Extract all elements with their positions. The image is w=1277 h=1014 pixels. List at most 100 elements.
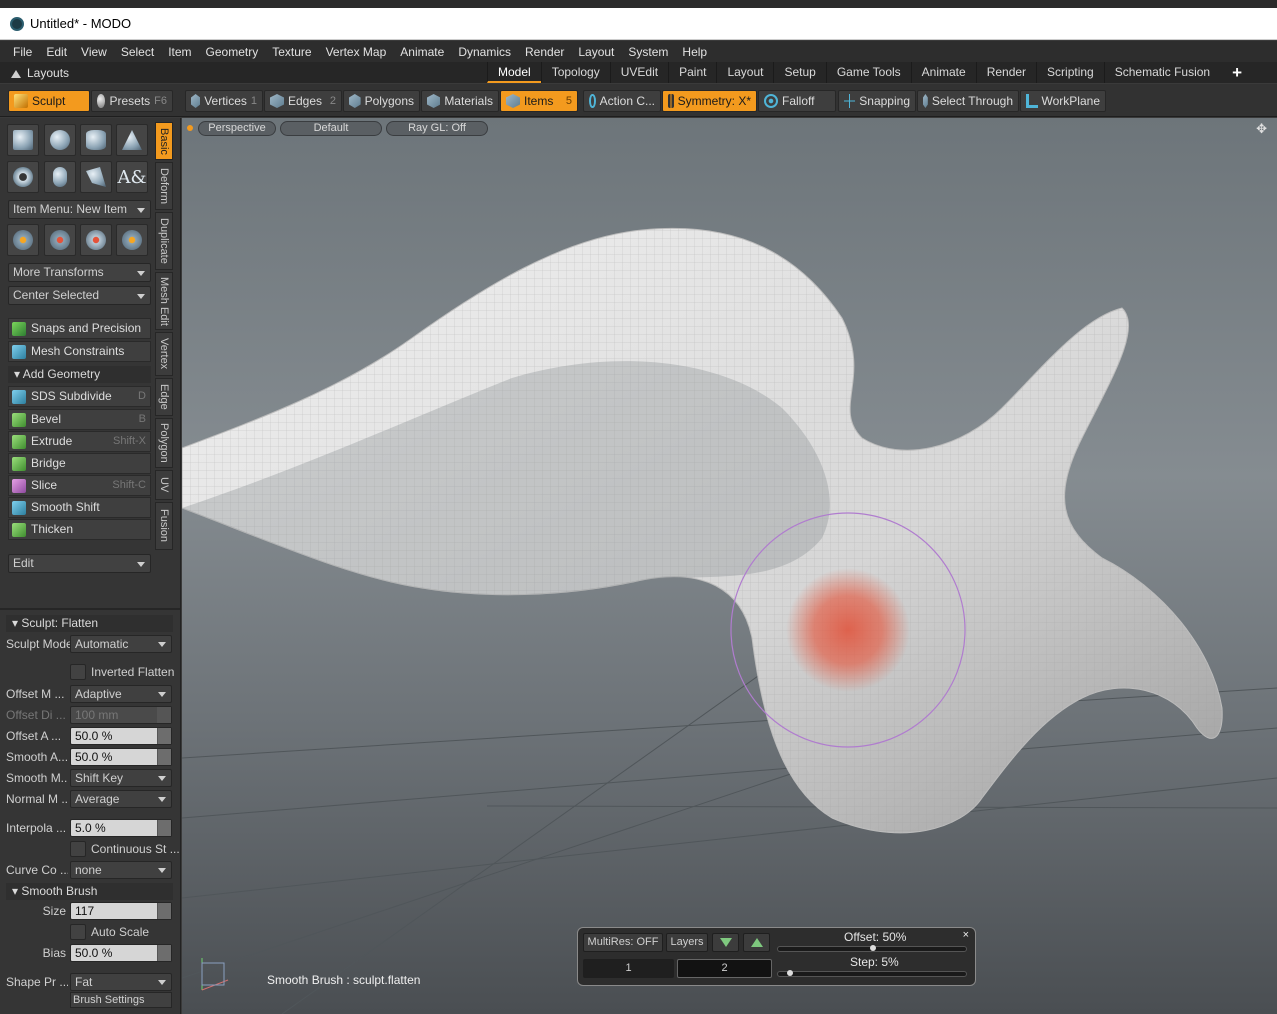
menu-render[interactable]: Render — [518, 45, 571, 59]
sculpt-mode-dropdown[interactable]: Automatic — [70, 635, 172, 653]
level-1-button[interactable]: 1 — [583, 959, 674, 978]
tab-layout[interactable]: Layout — [716, 62, 773, 83]
vtab-uv[interactable]: UV — [155, 470, 173, 500]
torus-primitive-button[interactable] — [7, 161, 39, 193]
smooth-amount-field[interactable]: 50.0 % — [70, 748, 172, 766]
tab-topology[interactable]: Topology — [540, 62, 610, 83]
vtab-basic[interactable]: Basic — [155, 122, 173, 160]
sculpt-button[interactable]: Sculpt — [8, 90, 90, 112]
add-geometry-header[interactable]: ▾ Add Geometry — [8, 366, 151, 383]
offset-amount-spinner[interactable] — [157, 728, 171, 744]
vtab-polygon[interactable]: Polygon — [155, 418, 173, 468]
menu-select[interactable]: Select — [114, 45, 161, 59]
sds-subdivide-button[interactable]: SDS Subdivide D — [8, 386, 151, 407]
vtab-edge[interactable]: Edge — [155, 378, 173, 416]
presets-button[interactable]: Presets F6 — [91, 90, 173, 112]
cube-primitive-button[interactable] — [7, 124, 39, 156]
snaps-precision-button[interactable]: Snaps and Precision — [8, 318, 151, 339]
brush-settings-button[interactable]: Brush Settings — [70, 992, 172, 1008]
close-hud-icon[interactable]: × — [963, 929, 969, 941]
select-through-button[interactable]: Select Through — [917, 90, 1019, 112]
vtab-duplicate[interactable]: Duplicate — [155, 212, 173, 270]
edit-dropdown[interactable]: Edit — [8, 554, 151, 573]
capsule-primitive-button[interactable] — [44, 161, 76, 193]
symmetry-button[interactable]: Symmetry: X* — [662, 90, 757, 112]
cone-primitive-button[interactable] — [116, 124, 148, 156]
continuous-checkbox[interactable] — [70, 841, 86, 857]
smooth-amount-spinner[interactable] — [157, 749, 171, 765]
size-field[interactable]: 117 — [70, 902, 172, 920]
menu-system[interactable]: System — [621, 45, 675, 59]
slice-button[interactable]: Slice Shift-C — [8, 475, 151, 496]
bias-spinner[interactable] — [157, 945, 171, 961]
menu-item[interactable]: Item — [161, 45, 198, 59]
tab-game-tools[interactable]: Game Tools — [825, 62, 911, 83]
smooth-shift-button[interactable]: Smooth Shift — [8, 497, 151, 518]
inverted-flatten-checkbox[interactable] — [70, 664, 86, 680]
smooth-brush-header[interactable]: ▾ Smooth Brush — [6, 883, 173, 900]
action-center-button[interactable]: Action C... — [583, 90, 661, 112]
workplane-button[interactable]: WorkPlane — [1020, 90, 1106, 112]
sphere-primitive-button[interactable] — [44, 124, 76, 156]
menu-edit[interactable]: Edit — [39, 45, 74, 59]
menu-layout[interactable]: Layout — [571, 45, 621, 59]
menu-animate[interactable]: Animate — [393, 45, 451, 59]
offset-slider-knob[interactable] — [870, 945, 876, 951]
center-selected-dropdown[interactable]: Center Selected — [8, 286, 151, 305]
shading-style-dropdown[interactable]: Default — [280, 121, 382, 136]
interpolation-field[interactable]: 5.0 % — [70, 819, 172, 837]
interpolation-spinner[interactable] — [157, 820, 171, 836]
layer-down-button[interactable] — [712, 933, 739, 952]
cylinder-primitive-button[interactable] — [80, 124, 112, 156]
tab-uvedit[interactable]: UVEdit — [609, 62, 668, 83]
more-transforms-dropdown[interactable]: More Transforms — [8, 263, 151, 282]
snapping-button[interactable]: Snapping — [838, 90, 916, 112]
viewport-pan-icon[interactable]: ✥ — [1256, 121, 1267, 137]
shape-preset-dropdown[interactable]: Fat — [70, 973, 172, 991]
items-mode-button[interactable]: Items 5 — [500, 90, 578, 112]
tab-paint[interactable]: Paint — [668, 62, 716, 83]
viewport-menu-dot-icon[interactable] — [187, 125, 193, 131]
level-2-button[interactable]: 2 — [677, 959, 772, 978]
menu-view[interactable]: View — [74, 45, 114, 59]
transform-tool-button[interactable] — [116, 224, 148, 256]
tab-render[interactable]: Render — [975, 62, 1036, 83]
vtab-deform[interactable]: Deform — [155, 162, 173, 210]
tab-schematic-fusion[interactable]: Schematic Fusion — [1103, 62, 1220, 83]
smooth-mode-dropdown[interactable]: Shift Key — [70, 769, 172, 787]
rotate-tool-button[interactable] — [44, 224, 76, 256]
view-type-dropdown[interactable]: Perspective — [198, 121, 276, 136]
mesh-constraints-button[interactable]: Mesh Constraints — [8, 341, 151, 362]
thicken-button[interactable]: Thicken — [8, 519, 151, 540]
vertices-mode-button[interactable]: Vertices 1 — [185, 90, 263, 112]
vtab-vertex[interactable]: Vertex — [155, 332, 173, 376]
multires-toggle[interactable]: MultiRes: OFF — [583, 933, 663, 952]
scale-tool-button[interactable] — [80, 224, 112, 256]
tab-animate[interactable]: Animate — [910, 62, 976, 83]
add-layout-button[interactable]: + — [1232, 63, 1242, 83]
offset-distance-field[interactable]: 100 mm — [70, 706, 172, 724]
tab-setup[interactable]: Setup — [773, 62, 825, 83]
materials-mode-button[interactable]: Materials — [421, 90, 499, 112]
tab-model[interactable]: Model — [487, 62, 541, 83]
offset-mode-dropdown[interactable]: Adaptive — [70, 685, 172, 703]
move-tool-button[interactable] — [7, 224, 39, 256]
bevel-button[interactable]: Bevel B — [8, 409, 151, 430]
menu-help[interactable]: Help — [675, 45, 714, 59]
step-slider-knob[interactable] — [787, 970, 794, 976]
menu-dynamics[interactable]: Dynamics — [451, 45, 518, 59]
menu-file[interactable]: File — [6, 45, 39, 59]
curve-control-dropdown[interactable]: none — [70, 861, 172, 879]
layouts-arrow-icon[interactable] — [11, 68, 21, 78]
vtab-fusion[interactable]: Fusion — [155, 502, 173, 550]
polygons-mode-button[interactable]: Polygons — [343, 90, 420, 112]
offset-slider[interactable] — [777, 945, 967, 952]
normal-mode-dropdown[interactable]: Average — [70, 790, 172, 808]
offset-distance-spinner[interactable] — [157, 707, 171, 723]
size-spinner[interactable] — [157, 903, 171, 919]
raygl-toggle[interactable]: Ray GL: Off — [386, 121, 488, 136]
sculpt-flatten-header[interactable]: ▾ Sculpt: Flatten — [6, 615, 173, 632]
offset-amount-field[interactable]: 50.0 % — [70, 727, 172, 745]
menu-texture[interactable]: Texture — [265, 45, 318, 59]
step-slider[interactable] — [777, 970, 967, 977]
